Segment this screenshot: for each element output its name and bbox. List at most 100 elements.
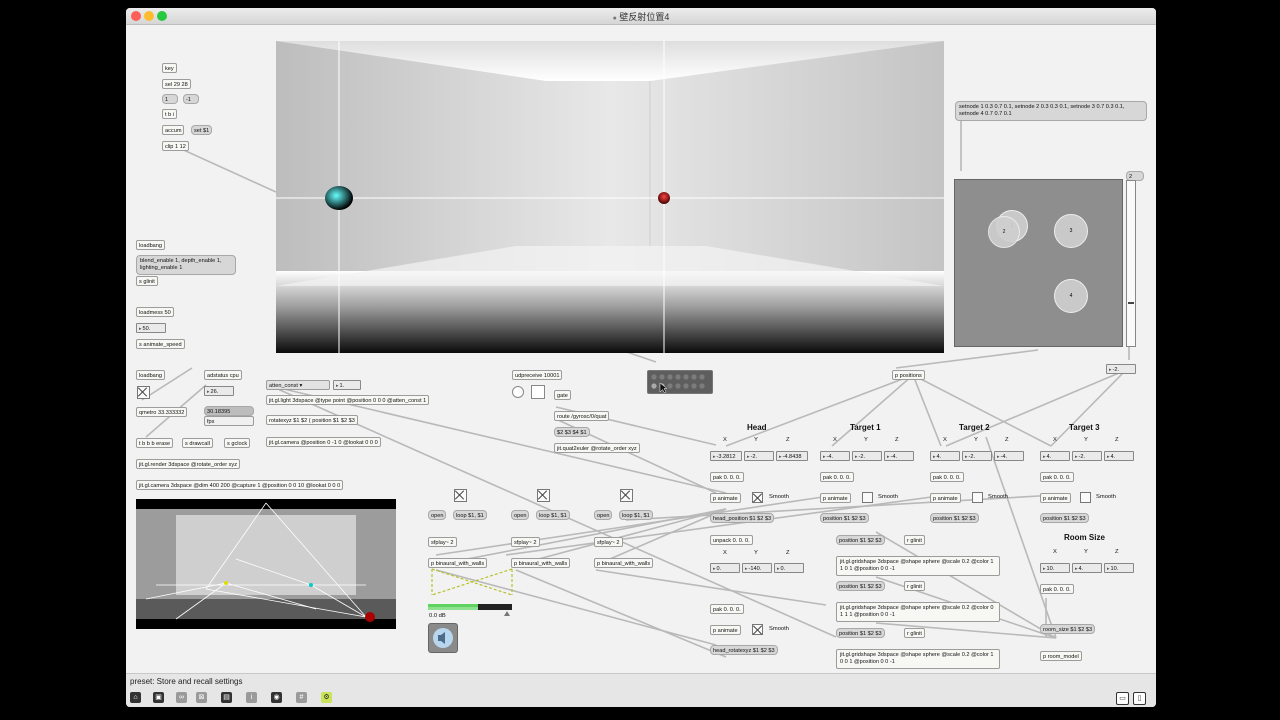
trigger-object[interactable]: t b i (162, 109, 178, 119)
sfplay-1[interactable]: sfplay~ 2 (428, 537, 457, 547)
gl-camera-capture[interactable]: jit.gl.camera 3dspace @dim 400 200 @capt… (136, 480, 344, 490)
sel-object[interactable]: sel 29 28 (162, 79, 191, 89)
room-x-number[interactable]: 10. (1040, 563, 1070, 573)
t1-position-message[interactable]: position $1 $2 $3 (820, 513, 869, 523)
gl-camera-object[interactable]: jit.gl.camera @position 0 -1 0 @lookat 0… (266, 437, 381, 447)
message-minus-1[interactable]: -1 (183, 94, 199, 104)
number-cpu[interactable]: 26. (204, 386, 234, 396)
rot-x-number[interactable]: 0. (710, 563, 740, 573)
link-icon[interactable]: ∞ (176, 692, 187, 703)
room-z-number[interactable]: 10. (1104, 563, 1134, 573)
rotatexyz-message[interactable]: rotatexyz $1 $2 ( position $1 $2 $3 (266, 415, 358, 425)
nodes-panel[interactable]: 1 2 3 4 (954, 179, 1123, 347)
t3-animate[interactable]: p animate (1040, 493, 1071, 503)
t3-z-number[interactable]: 4. (1104, 451, 1134, 461)
save-icon[interactable]: ▤ (221, 692, 232, 703)
loadbang-1[interactable]: loadbang (136, 240, 166, 250)
t3-position-message[interactable]: position $1 $2 $3 (1040, 513, 1089, 523)
loop-message-3[interactable]: loop $1, $1 (619, 510, 653, 520)
open-message-3[interactable]: open (594, 510, 613, 520)
gate-toggle[interactable] (531, 385, 545, 399)
t1-z-number[interactable]: -4. (884, 451, 914, 461)
binaural-3[interactable]: p binaural_with_walls (594, 558, 654, 568)
receive-glinit-1[interactable]: r glinit (904, 535, 925, 545)
t3-x-number[interactable]: 4. (1040, 451, 1070, 461)
number-50[interactable]: 50. (136, 323, 166, 333)
unpack-object[interactable]: unpack 0. 0. 0. (710, 535, 753, 545)
rot-y-number[interactable]: -140. (742, 563, 772, 573)
gl-3d-viewport[interactable] (276, 41, 944, 353)
room-y-number[interactable]: 4. (1072, 563, 1102, 573)
target-sphere[interactable] (658, 192, 670, 204)
rot-animate[interactable]: p animate (710, 625, 741, 635)
vertical-slider[interactable] (1126, 180, 1136, 347)
t1-pak[interactable]: pak 0. 0. 0. (820, 472, 854, 482)
gridshape-red[interactable]: jit.gl.gridshape 3dspace @shape sphere @… (836, 649, 1000, 669)
set-message[interactable]: set $1 (191, 125, 213, 135)
grid2-position-message[interactable]: position $1 $2 $3 (836, 581, 885, 591)
audio-icon[interactable]: ⚙ (321, 692, 332, 703)
t2-z-number[interactable]: -4. (994, 451, 1024, 461)
snap-icon[interactable]: ⊠ (196, 692, 207, 703)
t2-smooth-toggle[interactable] (972, 492, 983, 503)
loadbang-2[interactable]: loadbang (136, 370, 166, 380)
head-animate[interactable]: p animate (710, 493, 741, 503)
setnode-message[interactable]: setnode 1 0.3 0.7 0.1, setnode 2 0.3 0.3… (955, 101, 1147, 121)
gridshape-cyan[interactable]: jit.gl.gridshape 3dspace @shape sphere @… (836, 602, 1000, 622)
gate-object[interactable]: gate (554, 390, 571, 400)
lock-icon[interactable]: ⌂ (130, 692, 141, 703)
positions-subpatch[interactable]: p positions (892, 370, 925, 380)
grid3-position-message[interactable]: position $1 $2 $3 (836, 628, 885, 638)
number-atten[interactable]: 1. (333, 380, 361, 390)
info-icon[interactable]: i (246, 692, 257, 703)
adstatus-object[interactable]: adstatus cpu (204, 370, 242, 380)
dac-speaker-button[interactable] (428, 623, 458, 653)
route-object[interactable]: route /gyrosc/0/quat (554, 411, 610, 421)
send-drawcall[interactable]: s drawcall (182, 438, 213, 448)
room-model-subpatch[interactable]: p room_model (1040, 651, 1082, 661)
debug-icon[interactable]: ◉ (271, 692, 282, 703)
head-sphere[interactable] (325, 186, 353, 210)
head-y-number[interactable]: -2. (744, 451, 774, 461)
rot-pak[interactable]: pak 0. 0. 0. (710, 604, 744, 614)
t1-x-number[interactable]: -4. (820, 451, 850, 461)
t2-pak[interactable]: pak 0. 0. 0. (930, 472, 964, 482)
play-toggle-1[interactable] (454, 489, 467, 502)
metro-toggle[interactable] (137, 386, 150, 399)
message-1[interactable]: 1 (162, 94, 178, 104)
room-size-message[interactable]: room_size $1 $2 $3 (1040, 624, 1096, 634)
sfplay-3[interactable]: sfplay~ 2 (594, 537, 623, 547)
t3-y-number[interactable]: -2. (1072, 451, 1102, 461)
loop-message-1[interactable]: loop $1, $1 (453, 510, 487, 520)
blend-message[interactable]: blend_enable 1, depth_enable 1, lighting… (136, 255, 236, 275)
fps-value-message[interactable]: 30.18395 (204, 406, 254, 416)
patcher-canvas[interactable]: key sel 29 28 1 -1 t b i accum set $1 cl… (126, 25, 1156, 673)
left-sidebar-icon[interactable]: ▭ (1116, 692, 1129, 705)
trigger-erase[interactable]: t b b b erase (136, 438, 174, 448)
gl-light-object[interactable]: jit.gl.light 3dspace @type point @positi… (266, 395, 430, 405)
gl-render-object[interactable]: jit.gl.render 3dspace @rotate_order xyz (136, 459, 241, 469)
open-message-2[interactable]: open (511, 510, 530, 520)
t3-smooth-toggle[interactable] (1080, 492, 1091, 503)
t2-y-number[interactable]: -2. (962, 451, 992, 461)
t1-y-number[interactable]: -2. (852, 451, 882, 461)
right-sidebar-icon[interactable]: ▯ (1133, 692, 1146, 705)
t1-animate[interactable]: p animate (820, 493, 851, 503)
number-minus-2[interactable]: -2. (1106, 364, 1136, 374)
quat2euler-object[interactable]: jit.quat2euler @rotate_order xyz (554, 443, 640, 453)
head-smooth-toggle[interactable] (752, 492, 763, 503)
t2-x-number[interactable]: 4. (930, 451, 960, 461)
sfplay-2[interactable]: sfplay~ 2 (511, 537, 540, 547)
camera-preview[interactable] (136, 499, 396, 629)
preset-object[interactable] (647, 370, 713, 394)
quat-message[interactable]: $2 $3 $4 $1 (554, 427, 590, 437)
head-z-number[interactable]: -4.8438 (776, 451, 808, 461)
head-rotatexyz-message[interactable]: head_rotatexyz $1 $2 $3 (710, 645, 778, 655)
play-toggle-3[interactable] (620, 489, 633, 502)
receive-glinit-2[interactable]: r glinit (904, 581, 925, 591)
gridshape-yellow[interactable]: jit.gl.gridshape 3dspace @shape sphere @… (836, 556, 1000, 576)
accum-object[interactable]: accum (162, 125, 185, 135)
atten-const-menu[interactable]: atten_const ▾ (266, 380, 330, 390)
presentation-icon[interactable]: ▣ (153, 692, 164, 703)
t3-pak[interactable]: pak 0. 0. 0. (1040, 472, 1074, 482)
